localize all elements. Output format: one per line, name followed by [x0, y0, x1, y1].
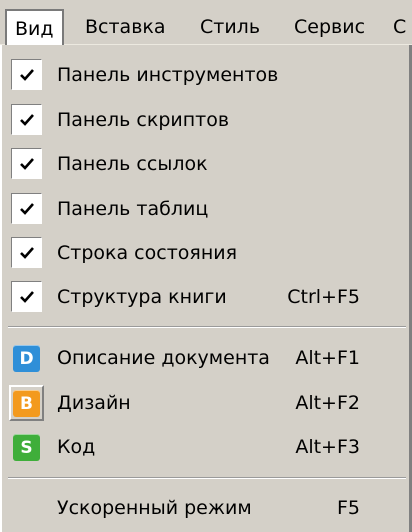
menu-item-label: Описание документа [57, 347, 270, 369]
check-icon [19, 113, 34, 126]
view-dropdown-menu: Панель инструментов Панель скриптов Пане… [0, 45, 412, 532]
check-icon [19, 157, 34, 170]
menu-item-toolbar[interactable]: Панель инструментов [2, 53, 408, 97]
menu-service[interactable]: Сервис [286, 9, 373, 45]
menu-item-design[interactable]: B Дизайн Alt+F2 [2, 381, 408, 425]
menu-bar: Вид Вставка Стиль Сервис С [0, 0, 412, 47]
menu-item-shortcut: Alt+F2 [295, 392, 360, 414]
menu-separator [8, 477, 406, 479]
menu-item-status-bar[interactable]: Строка состояния [2, 231, 408, 275]
menu-item-label: Строка состояния [57, 242, 238, 264]
checkbox [11, 237, 42, 268]
menu-item-shortcut: Alt+F3 [295, 436, 360, 458]
menu-separator [8, 326, 406, 328]
menu-more[interactable]: С [385, 9, 412, 45]
checkbox [11, 148, 42, 179]
selected-frame: B [9, 385, 44, 421]
check-icon [19, 202, 34, 215]
menu-item-document-description[interactable]: D Описание документа Alt+F1 [2, 336, 408, 380]
menu-item-scripts-panel[interactable]: Панель скриптов [2, 98, 408, 142]
document-description-icon: D [13, 345, 40, 372]
menu-item-shortcut: F5 [336, 497, 360, 519]
menu-item-shortcut: Alt+F1 [295, 347, 360, 369]
code-icon: S [13, 434, 40, 461]
menu-item-label: Панель таблиц [57, 198, 209, 220]
menu-item-label: Код [57, 436, 96, 458]
check-icon [19, 290, 34, 303]
menu-style[interactable]: Стиль [192, 9, 268, 45]
menu-item-tables-panel[interactable]: Панель таблиц [2, 187, 408, 231]
check-icon [19, 246, 34, 259]
checkbox [11, 281, 42, 312]
menu-view[interactable]: Вид [5, 9, 64, 47]
menu-item-code[interactable]: S Код Alt+F3 [2, 425, 408, 469]
menu-item-label: Ускоренный режим [57, 497, 252, 519]
menu-item-label: Панель скриптов [57, 109, 230, 131]
menu-item-shortcut: Ctrl+F5 [287, 286, 360, 308]
menu-insert[interactable]: Вставка [77, 9, 174, 45]
checkbox [11, 193, 42, 224]
menu-item-label: Дизайн [57, 392, 131, 414]
check-icon [19, 68, 34, 81]
menu-screen: Вид Вставка Стиль Сервис С Панель инстру… [0, 0, 412, 532]
checkbox [11, 104, 42, 135]
menu-item-links-panel[interactable]: Панель ссылок [2, 142, 408, 186]
design-icon: B [13, 390, 40, 417]
menu-item-label: Структура книги [57, 286, 227, 308]
menu-item-label: Панель инструментов [57, 64, 279, 86]
menu-item-book-structure[interactable]: Структура книги Ctrl+F5 [2, 275, 408, 319]
menu-item-fast-mode[interactable]: Ускоренный режим F5 [2, 486, 408, 530]
menu-item-label: Панель ссылок [57, 153, 208, 175]
checkbox [11, 59, 42, 90]
